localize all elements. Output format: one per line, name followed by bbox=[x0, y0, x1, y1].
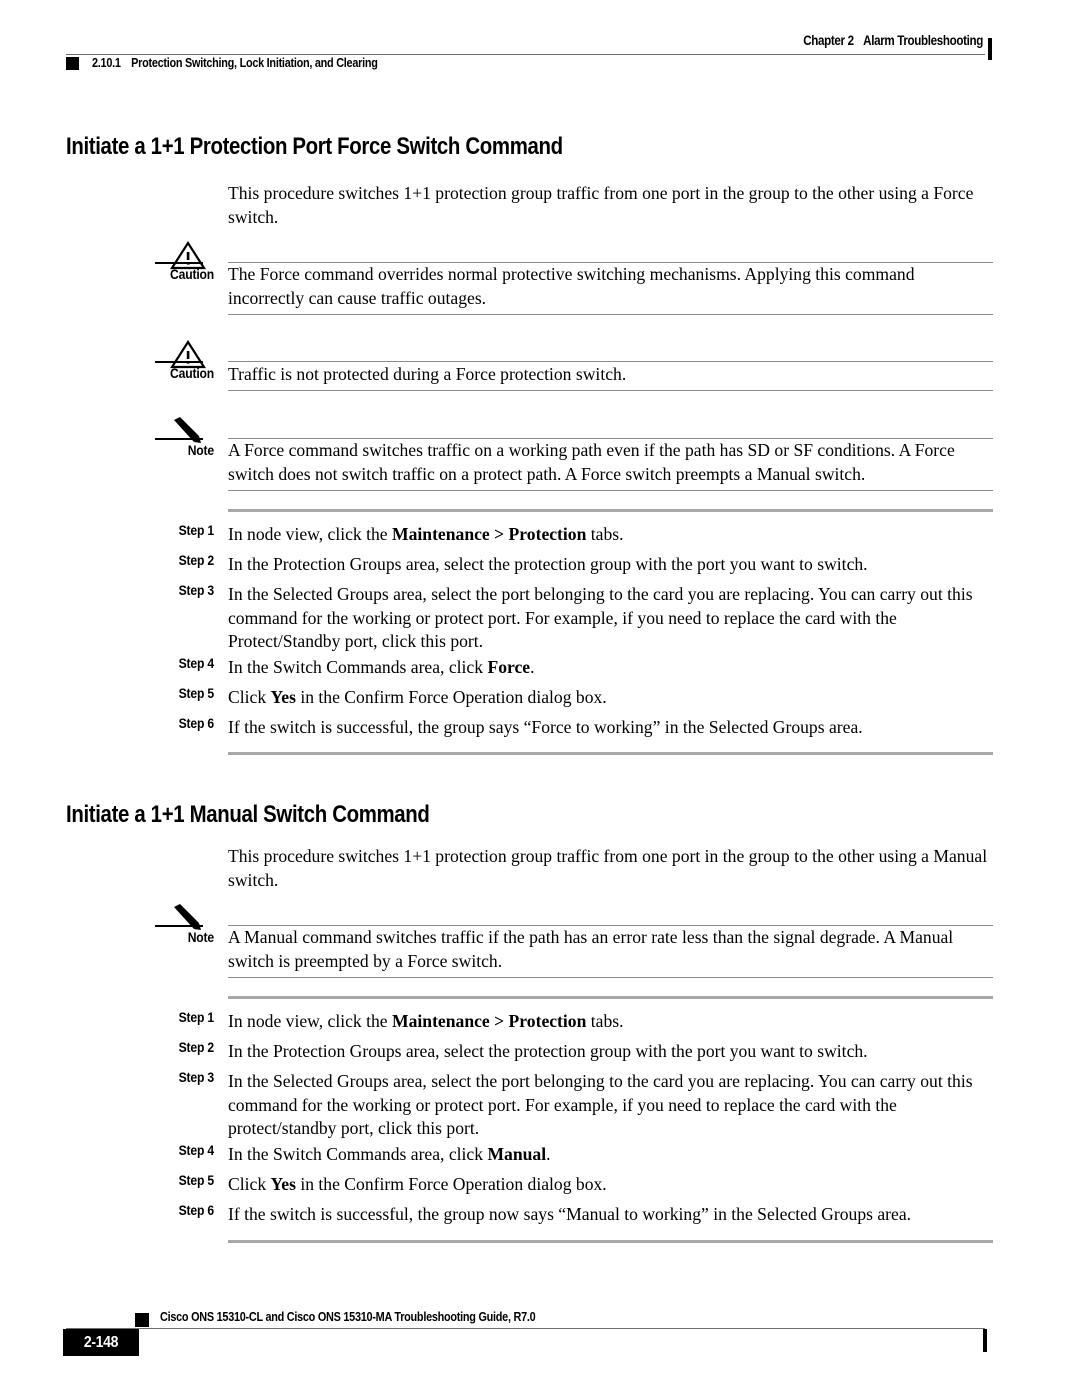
step-text: In the Protection Groups area, select th… bbox=[228, 554, 868, 574]
warning-triangle-icon bbox=[168, 240, 208, 270]
admonition-rule-bottom bbox=[228, 314, 993, 315]
note-label: Note bbox=[187, 930, 214, 945]
steps-rule-top-1 bbox=[228, 509, 993, 512]
header-section-title: Protection Switching, Lock Initiation, a… bbox=[131, 56, 378, 70]
header-chapter-number: Chapter 2 bbox=[803, 33, 854, 48]
note-label: Note bbox=[187, 443, 214, 458]
pencil-icon bbox=[168, 903, 208, 933]
step-bold-term: Manual bbox=[487, 1144, 547, 1164]
step-label: Step 5 bbox=[178, 1173, 215, 1188]
header-rule bbox=[66, 54, 985, 55]
step-label: Step 1 bbox=[178, 523, 215, 538]
step-text: Click Yes in the Confirm Force Operation… bbox=[228, 1174, 607, 1194]
caution-text: Traffic is not protected during a Force … bbox=[228, 364, 627, 384]
section-1-intro-paragraph: This procedure switches 1+1 protection g… bbox=[228, 183, 974, 227]
step-text: In the Switch Commands area, click Force… bbox=[228, 657, 535, 677]
header-chapter-title: Alarm Troubleshooting bbox=[863, 33, 983, 48]
caution-icon-underline bbox=[155, 262, 203, 264]
footer-square-bullet-icon bbox=[135, 1313, 149, 1327]
header-change-bar bbox=[988, 38, 992, 60]
step-label: Step 5 bbox=[178, 686, 215, 701]
note-text: A Force command switches traffic on a wo… bbox=[228, 440, 955, 484]
section-2-intro-paragraph: This procedure switches 1+1 protection g… bbox=[228, 846, 988, 890]
admonition-rule-top bbox=[228, 361, 993, 362]
admonition-rule-bottom bbox=[228, 490, 993, 491]
step-text: If the switch is successful, the group s… bbox=[228, 717, 863, 737]
step-text: In the Switch Commands area, click Manua… bbox=[228, 1144, 551, 1164]
step-text: In node view, click the Maintenance > Pr… bbox=[228, 1011, 624, 1031]
caution-icon-underline bbox=[155, 361, 203, 363]
step-label: Step 3 bbox=[178, 583, 215, 598]
header-section-line: 2.10.1 Protection Switching, Lock Initiat… bbox=[92, 56, 378, 70]
admonition-rule-bottom bbox=[228, 977, 993, 978]
step-text: In the Selected Groups area, select the … bbox=[228, 1071, 973, 1138]
note-icon-underline bbox=[155, 438, 203, 440]
step-text: If the switch is successful, the group n… bbox=[228, 1204, 912, 1224]
step-text: In the Selected Groups area, select the … bbox=[228, 584, 973, 651]
step-text: In the Protection Groups area, select th… bbox=[228, 1041, 868, 1061]
step-label: Step 1 bbox=[178, 1010, 215, 1025]
note-text: A Manual command switches traffic if the… bbox=[228, 927, 954, 971]
steps-rule-top-2 bbox=[228, 996, 993, 999]
note-icon-underline bbox=[155, 925, 203, 927]
page-number: 2-148 bbox=[83, 1334, 119, 1351]
step-bold-term: Force bbox=[487, 657, 531, 677]
step-label: Step 3 bbox=[178, 1070, 215, 1085]
step-label: Step 6 bbox=[178, 1203, 215, 1218]
footer-rule bbox=[66, 1328, 985, 1329]
caution-text: The Force command overrides normal prote… bbox=[228, 264, 915, 308]
caution-label: Caution bbox=[170, 366, 214, 381]
step-text: Click Yes in the Confirm Force Operation… bbox=[228, 687, 607, 707]
step-bold-term: Yes bbox=[270, 1174, 296, 1194]
step-label: Step 6 bbox=[178, 716, 215, 731]
page-number-box: 2-148 bbox=[63, 1329, 139, 1356]
step-label: Step 2 bbox=[178, 553, 215, 568]
step-label: Step 4 bbox=[178, 656, 215, 671]
admonition-rule-bottom bbox=[228, 390, 993, 391]
steps-rule-bottom-2 bbox=[228, 1240, 993, 1243]
caution-label: Caution bbox=[170, 267, 214, 282]
step-bold-term: Yes bbox=[270, 687, 296, 707]
step-label: Step 2 bbox=[178, 1040, 215, 1055]
steps-rule-bottom-1 bbox=[228, 752, 993, 755]
document-page: Chapter 2 Alarm Troubleshooting 2.10.1 Pro… bbox=[0, 0, 1080, 1397]
page-title-2: Initiate a 1+1 Manual Switch Command bbox=[66, 801, 430, 828]
header-chapter-line: Chapter 2 Alarm Troubleshooting bbox=[803, 33, 983, 48]
warning-triangle-icon bbox=[168, 339, 208, 369]
page-header: Chapter 2 Alarm Troubleshooting 2.10.1 Pro… bbox=[0, 0, 1080, 90]
header-section-number: 2.10.1 bbox=[92, 56, 121, 70]
page-title: Initiate a 1+1 Protection Port Force Swi… bbox=[66, 133, 563, 160]
footer-change-bar bbox=[983, 1329, 987, 1352]
footer-guide-title: Cisco ONS 15310-CL and Cisco ONS 15310-M… bbox=[160, 1310, 536, 1324]
pencil-icon bbox=[168, 416, 208, 446]
step-text: In node view, click the Maintenance > Pr… bbox=[228, 524, 624, 544]
header-square-bullet-icon bbox=[66, 57, 79, 70]
step-label: Step 4 bbox=[178, 1143, 215, 1158]
step-bold-term: Maintenance > Protection bbox=[392, 1011, 587, 1031]
step-bold-term: Maintenance > Protection bbox=[392, 524, 587, 544]
